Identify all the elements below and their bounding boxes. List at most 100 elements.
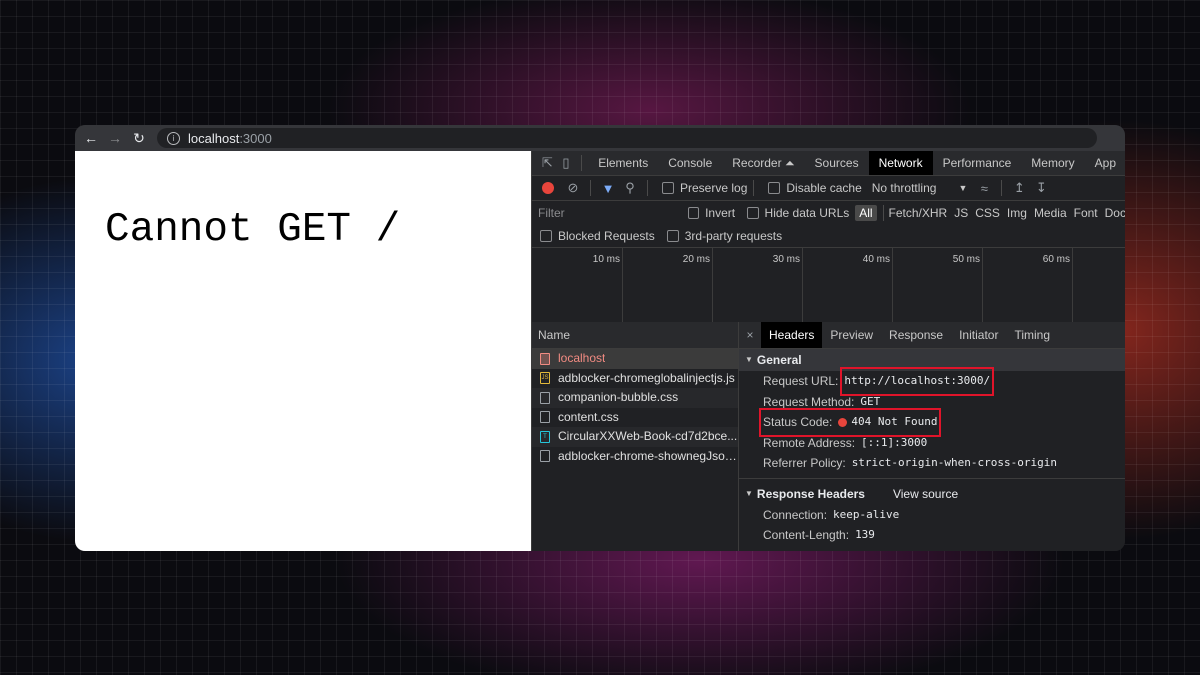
request-row[interactable]: localhost [532,349,738,369]
chevron-down-icon[interactable]: ▼ [958,183,967,193]
view-source-link[interactable]: View source [893,483,958,505]
filter-type-js[interactable]: JS [954,206,968,220]
tab-preview[interactable]: Preview [822,322,881,348]
referrer-policy-label: Referrer Policy: [763,456,846,470]
inspect-element-icon[interactable]: ⇱ [538,155,557,171]
network-timeline[interactable]: 10 ms 20 ms 30 ms 40 ms 50 ms 60 ms [532,247,1125,323]
request-method-value: GET [860,394,881,408]
general-section-header[interactable]: ▼ General [739,349,1125,371]
filter-type-css[interactable]: CSS [975,206,1000,220]
tab-timing[interactable]: Timing [1006,322,1058,348]
import-har-icon[interactable]: ↥ [1008,180,1030,196]
disable-cache-checkbox[interactable] [768,182,781,194]
error-status-icon [838,417,848,427]
file-icon [540,450,550,463]
tab-headers[interactable]: Headers [761,322,823,348]
tab-console[interactable]: Console [658,151,722,175]
status-code-row: Status Code: 404 Not Found [739,408,1125,437]
status-code-value: 404 Not Found [851,415,938,428]
request-method-row: Request Method: GET [739,392,1125,413]
url-port: :3000 [239,130,272,146]
request-list: Name localhost JS adblocker-chromeglobal… [532,322,739,551]
request-row[interactable]: JS adblocker-chromeglobalinjectjs.js [532,369,738,389]
tab-memory[interactable]: Memory [1021,151,1084,175]
divider [647,180,648,196]
clear-icon[interactable]: ⊘ [562,180,584,196]
reload-icon[interactable]: ↻ [127,130,151,147]
content-length-label: Content-Length: [763,528,850,542]
device-toolbar-icon[interactable]: ▯ [557,155,576,171]
request-name: adblocker-chrome-shownegJson... [558,448,738,463]
filter-type-font[interactable]: Font [1074,206,1098,220]
connection-value: keep-alive [833,507,900,521]
network-toolbar: ⊘ ▼ ⚲ Preserve log Disable cache No thro… [532,176,1125,201]
tab-application[interactable]: App [1085,151,1125,175]
third-party-checkbox[interactable] [666,230,679,242]
throttling-select[interactable]: No throttling [872,181,937,195]
forward-arrow-icon[interactable]: → [103,130,127,146]
timeline-gridline [1072,248,1073,322]
section-divider [739,477,1125,479]
record-icon[interactable] [542,182,554,194]
tab-network[interactable]: Network [868,151,933,175]
tab-recorder[interactable]: Recorder ⏶ [722,151,804,175]
request-row[interactable]: companion-bubble.css [532,388,738,408]
request-url-label: Request URL: [763,374,839,388]
timeline-tick-label: 40 ms [862,254,890,265]
blocked-requests-checkbox[interactable] [540,230,552,242]
name-column-header[interactable]: Name [532,322,738,349]
font-icon: T [540,430,550,443]
filter-icon[interactable]: ▼ [597,181,619,196]
tab-sources[interactable]: Sources [805,151,869,175]
close-icon[interactable]: × [739,328,761,342]
filter-type-all[interactable]: All [855,205,877,221]
network-conditions-icon[interactable]: ≈ [973,181,995,196]
tab-performance[interactable]: Performance [933,151,1022,175]
disable-cache-label: Disable cache [786,181,862,195]
search-icon[interactable]: ⚲ [619,180,641,196]
stylesheet-icon [540,411,550,424]
timeline-gridline [892,248,893,322]
request-url-value: http://localhost:3000/ [840,367,995,396]
error-message: Cannot GET / [105,207,401,253]
filter-input[interactable]: Filter [536,204,680,222]
filter-type-fetch-xhr[interactable]: Fetch/XHR [889,206,948,220]
invert-checkbox[interactable] [687,207,700,219]
request-row[interactable]: adblocker-chrome-shownegJson... [532,447,738,467]
browser-window: ← → ↻ i localhost :3000 Cannot GET / ⇱ ▯… [75,125,1125,551]
divider [581,155,583,171]
filter-type-media[interactable]: Media [1034,206,1067,220]
stylesheet-icon [540,391,550,404]
preserve-log-checkbox[interactable] [662,182,674,194]
blocked-requests-label: Blocked Requests [558,229,655,243]
request-filter-bar: Blocked Requests 3rd-party requests [532,225,1125,247]
page-viewport: Cannot GET / [75,151,531,551]
address-bar[interactable]: i localhost :3000 [157,128,1097,148]
response-headers-title: Response Headers [756,486,865,501]
timeline-tick-label: 10 ms [592,254,620,265]
filter-type-img[interactable]: Img [1007,206,1027,220]
response-headers-section-header[interactable]: ▼ Response Headers View source [739,483,1125,505]
site-info-icon[interactable]: i [167,131,180,145]
timeline-gridline [622,248,623,322]
request-method-label: Request Method: [763,394,855,409]
third-party-label: 3rd-party requests [684,229,783,243]
tab-initiator[interactable]: Initiator [951,322,1006,348]
tab-elements[interactable]: Elements [588,151,658,175]
remote-address-row: Remote Address: [::1]:3000 [739,433,1125,454]
timeline-tick-label: 30 ms [772,254,800,265]
request-row[interactable]: T CircularXXWeb-Book-cd7d2bce... [532,427,738,447]
back-arrow-icon[interactable]: ← [79,130,103,146]
connection-row: Connection: keep-alive [739,505,1125,526]
tab-response[interactable]: Response [881,322,951,348]
script-icon: JS [540,372,550,385]
referrer-policy-value: strict-origin-when-cross-origin [851,456,1057,469]
timeline-tick-label: 20 ms [682,254,710,265]
filter-type-doc[interactable]: Doc [1105,206,1125,220]
divider [590,180,591,196]
hide-data-urls-checkbox[interactable] [747,207,759,219]
remote-address-value: [::1]:3000 [861,435,928,449]
request-row[interactable]: content.css [532,408,738,428]
export-har-icon[interactable]: ↧ [1030,180,1052,196]
general-title: General [756,353,802,367]
